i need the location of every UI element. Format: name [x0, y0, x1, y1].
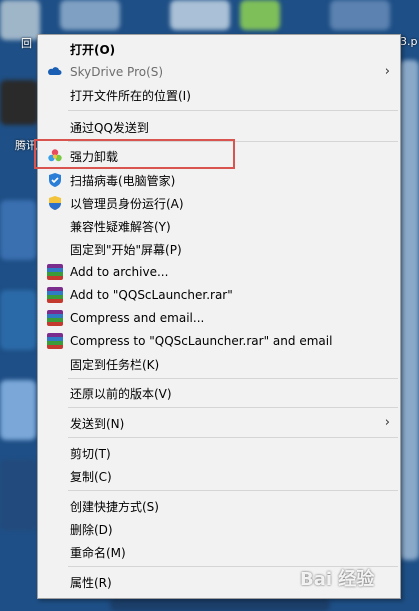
menu-item-label: 强力卸载 [70, 149, 119, 164]
menu-item-label: Add to "QQScLauncher.rar" [70, 288, 233, 302]
menu-item-add-archive[interactable]: Add to archive... [38, 261, 400, 283]
winrar-icon [47, 264, 63, 280]
menu-item-label: 属性(R) [70, 575, 112, 590]
winrar-icon [47, 333, 63, 349]
menu-item-run-as-admin[interactable]: 以管理员身份运行(A) [38, 192, 400, 214]
menu-item-label: SkyDrive Pro(S) [70, 65, 164, 79]
menu-item-add-rar[interactable]: Add to "QQScLauncher.rar" [38, 284, 400, 306]
menu-item-send-to[interactable]: 发送到(N) › [38, 412, 400, 434]
menu-separator [68, 407, 398, 408]
menu-item-label: Compress to "QQScLauncher.rar" and email [70, 334, 333, 348]
menu-separator [68, 110, 398, 111]
menu-item-label: 重命名(M) [70, 545, 126, 560]
context-menu: 打开(O) SkyDrive Pro(S) › 打开文件所在的位置(I) 通过Q… [34, 34, 401, 599]
menu-item-restore-previous[interactable]: 还原以前的版本(V) [38, 382, 400, 404]
winrar-icon [47, 310, 63, 326]
menu-item-scan-virus[interactable]: 扫描病毒(电脑管家) [38, 169, 400, 191]
menu-item-label: 剪切(T) [70, 446, 111, 461]
uac-shield-icon [47, 195, 63, 211]
menu-item-force-uninstall[interactable]: 强力卸载 [38, 145, 400, 167]
menu-item-label: 固定到任务栏(K) [70, 357, 160, 372]
menu-item-rename[interactable]: 重命名(M) [38, 541, 400, 563]
uninstall-icon [47, 148, 63, 164]
menu-item-compress-rar-email[interactable]: Compress to "QQScLauncher.rar" and email [38, 330, 400, 352]
menu-item-label: 扫描病毒(电脑管家) [70, 173, 176, 188]
desktop-label: 腾讯 [15, 139, 37, 152]
menu-separator [68, 437, 398, 438]
menu-item-label: 创建快捷方式(S) [70, 499, 159, 514]
desktop-label: 3.p [400, 35, 418, 48]
menu-item-label: 还原以前的版本(V) [70, 386, 172, 401]
menu-item-label: 发送到(N) [70, 416, 125, 431]
shield-icon [47, 172, 63, 188]
menu-item-skydrive[interactable]: SkyDrive Pro(S) › [38, 61, 400, 83]
menu-item-label: 以管理员身份运行(A) [70, 196, 184, 211]
menu-item-cut[interactable]: 剪切(T) [38, 442, 400, 464]
desktop-label: 回 [21, 37, 32, 50]
menu-item-pin-start[interactable]: 固定到"开始"屏幕(P) [38, 238, 400, 260]
menu-item-label: 删除(D) [70, 522, 113, 537]
menu-item-label: Add to archive... [70, 265, 169, 279]
menu-item-label: 通过QQ发送到 [70, 120, 149, 135]
menu-item-label: 打开(O) [70, 42, 116, 57]
watermark: Bai 经验 [300, 569, 375, 590]
menu-separator [68, 141, 398, 142]
menu-item-label: 兼容性疑难解答(Y) [70, 219, 171, 234]
chevron-right-icon: › [384, 64, 390, 79]
menu-item-copy[interactable]: 复制(C) [38, 465, 400, 487]
menu-item-open[interactable]: 打开(O) [38, 38, 400, 60]
winrar-icon [47, 287, 63, 303]
menu-item-create-shortcut[interactable]: 创建快捷方式(S) [38, 495, 400, 517]
menu-item-delete[interactable]: 删除(D) [38, 518, 400, 540]
menu-item-label: Compress and email... [70, 311, 205, 325]
menu-item-open-location[interactable]: 打开文件所在的位置(I) [38, 84, 400, 106]
menu-item-compat[interactable]: 兼容性疑难解答(Y) [38, 215, 400, 237]
menu-separator [68, 378, 398, 379]
menu-item-label: 固定到"开始"屏幕(P) [70, 242, 182, 257]
menu-separator [68, 490, 398, 491]
menu-item-pin-taskbar[interactable]: 固定到任务栏(K) [38, 353, 400, 375]
menu-item-label: 打开文件所在的位置(I) [70, 88, 191, 103]
menu-item-label: 复制(C) [70, 469, 112, 484]
cloud-icon [47, 64, 63, 80]
menu-item-compress-email[interactable]: Compress and email... [38, 307, 400, 329]
menu-item-send-qq[interactable]: 通过QQ发送到 [38, 116, 400, 138]
chevron-right-icon: › [384, 415, 390, 430]
